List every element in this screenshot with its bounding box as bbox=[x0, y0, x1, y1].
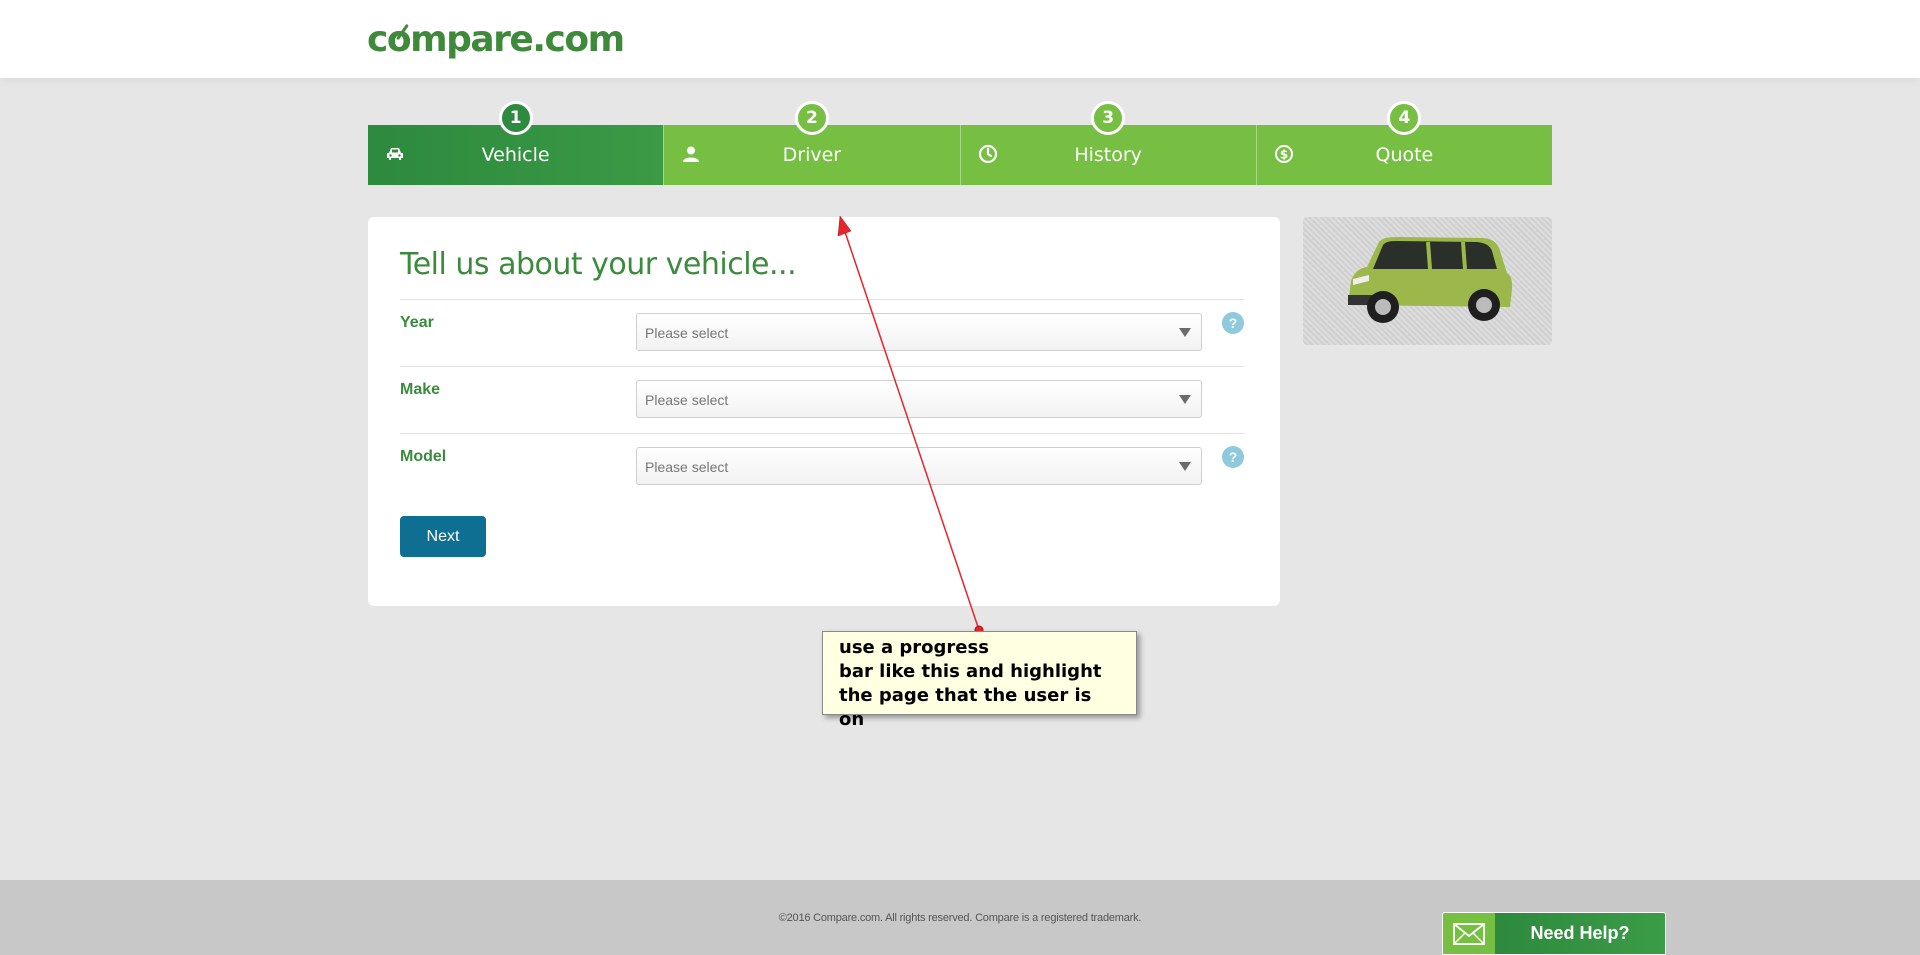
need-help-button[interactable]: Need Help? bbox=[1442, 912, 1666, 955]
help-icon[interactable]: ? bbox=[1222, 446, 1244, 468]
model-label: Model bbox=[400, 448, 447, 465]
user-icon bbox=[680, 143, 702, 165]
step-vehicle[interactable]: 1 Vehicle bbox=[368, 101, 664, 185]
logo-text-o: o bbox=[386, 19, 412, 60]
dropdown-arrow-icon bbox=[1179, 328, 1191, 337]
vehicle-form-card: Tell us about your vehicle... Year Pleas… bbox=[368, 217, 1280, 606]
step-quote[interactable]: 4 $ Quote bbox=[1255, 101, 1552, 185]
envelope-icon bbox=[1443, 913, 1495, 954]
year-label: Year bbox=[400, 314, 434, 331]
model-select[interactable]: Please select bbox=[636, 447, 1202, 485]
car-icon bbox=[384, 143, 406, 165]
clock-icon bbox=[977, 143, 999, 165]
logo-text-c: c bbox=[367, 19, 388, 60]
svg-text:$: $ bbox=[1280, 148, 1288, 162]
year-select[interactable]: Please select bbox=[636, 313, 1202, 351]
year-select-value: Please select bbox=[645, 325, 729, 341]
annotation-note: use a progress bar like this and highlig… bbox=[822, 631, 1137, 730]
vehicle-image bbox=[1303, 217, 1552, 345]
make-select[interactable]: Please select bbox=[636, 380, 1202, 418]
dropdown-arrow-icon bbox=[1179, 462, 1191, 471]
step-number: 3 bbox=[1091, 101, 1126, 135]
step-label: Vehicle bbox=[481, 144, 550, 166]
make-select-value: Please select bbox=[645, 392, 729, 408]
form-row-make: Make Please select bbox=[400, 366, 1244, 433]
header: c o mpare.com bbox=[0, 0, 1920, 78]
step-driver[interactable]: 2 Driver bbox=[663, 101, 960, 185]
need-help-label: Need Help? bbox=[1495, 913, 1665, 954]
step-number: 1 bbox=[498, 101, 533, 135]
progress-bar: 1 Vehicle 2 Driver 3 History 4 $ Quote bbox=[368, 101, 1552, 185]
step-number: 2 bbox=[794, 101, 829, 135]
dropdown-arrow-icon bbox=[1179, 395, 1191, 404]
help-icon[interactable]: ? bbox=[1222, 312, 1244, 334]
form-row-year: Year Please select ? bbox=[400, 299, 1244, 366]
make-label: Make bbox=[400, 381, 441, 398]
next-button[interactable]: Next bbox=[400, 516, 486, 557]
step-label: Driver bbox=[782, 144, 842, 166]
step-number: 4 bbox=[1387, 101, 1422, 135]
model-select-value: Please select bbox=[645, 459, 729, 475]
compare-logo[interactable]: c o mpare.com bbox=[367, 10, 625, 60]
footer: ©2016 Compare.com. All rights reserved. … bbox=[0, 880, 1920, 955]
form-row-model: Model Please select ? bbox=[400, 433, 1244, 500]
step-label: History bbox=[1074, 144, 1142, 166]
annotation-line-3: the page that the user is on bbox=[839, 685, 1092, 730]
car-image-icon bbox=[1348, 237, 1513, 323]
dollar-icon: $ bbox=[1273, 143, 1295, 165]
logo-text-rest: mpare.com bbox=[410, 19, 625, 60]
step-label: Quote bbox=[1375, 144, 1434, 166]
page-title: Tell us about your vehicle... bbox=[400, 247, 797, 282]
annotation-line-1: use a progress bbox=[839, 637, 989, 658]
annotation-line-2: bar like this and highlight bbox=[839, 661, 1102, 682]
step-history[interactable]: 3 History bbox=[959, 101, 1256, 185]
